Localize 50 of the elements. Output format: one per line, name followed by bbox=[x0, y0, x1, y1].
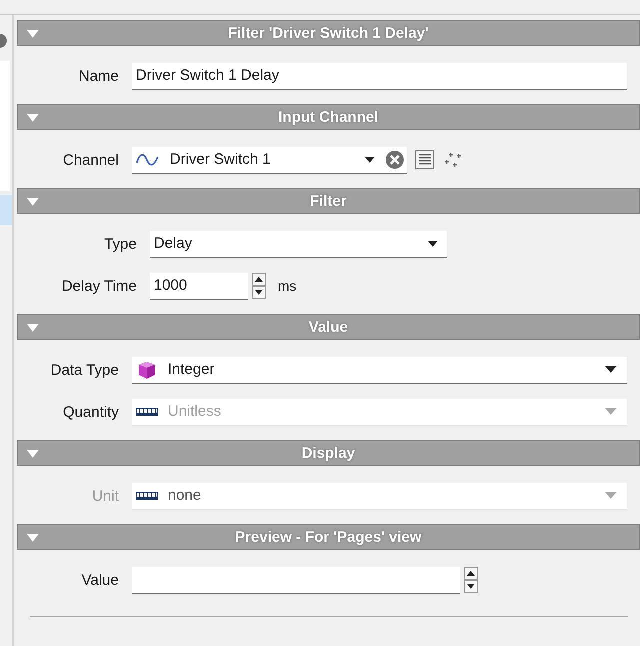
field-label: Value bbox=[80, 572, 120, 588]
field-label: Name bbox=[78, 68, 120, 84]
field-label: Data Type bbox=[50, 362, 120, 378]
dropdown-arrow-icon[interactable] bbox=[428, 240, 438, 246]
section-title: Filter bbox=[310, 192, 347, 210]
section-title: Input Channel bbox=[278, 108, 378, 126]
wave-icon bbox=[136, 152, 160, 166]
ruler-icon bbox=[136, 492, 158, 500]
clear-icon[interactable] bbox=[385, 150, 405, 170]
field-value: Unitless bbox=[168, 403, 222, 420]
section-title: Preview - For 'Pages' view bbox=[235, 528, 422, 546]
field-label: Channel bbox=[62, 152, 120, 168]
number-field[interactable]: 1000 bbox=[150, 272, 248, 300]
section-header[interactable]: Filter 'Driver Switch 1 Delay' bbox=[17, 20, 640, 46]
dropdown-arrow-icon[interactable] bbox=[605, 366, 617, 373]
section-title: Filter 'Driver Switch 1 Delay' bbox=[228, 24, 429, 42]
collapse-icon[interactable] bbox=[26, 533, 40, 543]
field-label: Type bbox=[103, 236, 138, 252]
name-field[interactable]: Driver Switch 1 Delay bbox=[132, 62, 627, 90]
field-label: Unit bbox=[91, 488, 120, 504]
field-value: none bbox=[168, 487, 202, 504]
section-title: Value bbox=[308, 318, 348, 336]
list-icon[interactable] bbox=[415, 150, 435, 170]
cube-icon bbox=[136, 360, 158, 380]
spin-buttons[interactable] bbox=[252, 273, 266, 299]
type-dropdown[interactable]: Delay bbox=[150, 230, 447, 258]
dropdown-arrow-icon[interactable] bbox=[365, 156, 375, 162]
section-header[interactable]: Value bbox=[17, 314, 640, 340]
section-header[interactable]: Filter bbox=[17, 188, 640, 214]
collapse-icon[interactable] bbox=[26, 29, 40, 39]
section-title: Display bbox=[302, 444, 356, 462]
collapse-icon[interactable] bbox=[26, 197, 40, 207]
field-value: Delay bbox=[154, 235, 192, 252]
section-header[interactable]: Display bbox=[17, 440, 640, 466]
section-header[interactable]: Input Channel bbox=[17, 104, 640, 130]
spin-buttons[interactable] bbox=[464, 567, 478, 593]
field-label: Delay Time bbox=[60, 278, 138, 294]
field-value: 1000 bbox=[154, 277, 188, 294]
collapse-icon[interactable] bbox=[26, 449, 40, 459]
dropdown[interactable]: Integer bbox=[132, 356, 627, 384]
field-label: Quantity bbox=[62, 404, 120, 420]
section-header[interactable]: Preview - For 'Pages' view bbox=[17, 524, 640, 550]
field-value: Integer bbox=[168, 361, 216, 378]
collapse-icon[interactable] bbox=[26, 323, 40, 333]
collapse-icon[interactable] bbox=[26, 113, 40, 123]
field-value: Driver Switch 1 Delay bbox=[136, 67, 280, 84]
ruler-icon bbox=[136, 408, 158, 416]
channel-dropdown[interactable]: Driver Switch 1 bbox=[132, 146, 407, 174]
unit-label: ms bbox=[278, 278, 297, 294]
field-value: Driver Switch 1 bbox=[170, 151, 272, 168]
